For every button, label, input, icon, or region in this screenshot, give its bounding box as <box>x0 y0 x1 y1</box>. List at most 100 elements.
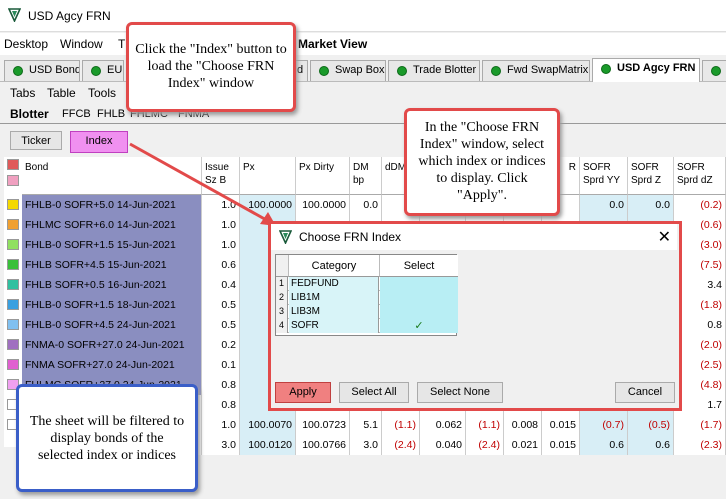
sofr-sprd-yy-cell: 0.0 <box>580 195 628 215</box>
row-color-swatch <box>7 299 19 310</box>
issue-cell: 0.8 <box>202 375 240 395</box>
sofr-sprd-dz-cell: (2.5) <box>674 355 726 375</box>
header-px-dirty[interactable]: Px Dirty <box>296 157 350 195</box>
sofr-sprd-dz-cell: 3.4 <box>674 275 726 295</box>
sofr-sprd-dz-cell: (3.0) <box>674 235 726 255</box>
bond-cell: FHLB-0 SOFR+1.5 18-Jun-2021 <box>22 295 202 315</box>
row-color-swatch <box>7 199 19 210</box>
issue-cell: 0.4 <box>202 275 240 295</box>
r4-cell: 0.015 <box>542 415 580 435</box>
tab-fwd-swapmatrix[interactable]: Fwd SwapMatrix <box>482 60 590 81</box>
app-logo-icon <box>279 230 292 244</box>
category-cell: LIB3M <box>289 305 379 319</box>
row-color-swatch <box>7 339 19 350</box>
apply-button[interactable]: Apply <box>275 382 331 403</box>
category-cell: LIB1M <box>289 291 379 305</box>
px-dirty-cell: 100.0000 <box>296 195 350 215</box>
r-cell: 0.040 <box>420 435 466 455</box>
callout-choose-window: In the "Choose FRN Index" window, select… <box>404 108 560 216</box>
menu-t[interactable]: T <box>118 37 125 51</box>
ddm-cell: (2.4) <box>382 435 420 455</box>
sofr-sprd-dz-cell: (1.8) <box>674 295 726 315</box>
sofr-sprd-dz-cell: (2.0) <box>674 335 726 355</box>
row-color-swatch <box>7 239 19 250</box>
px-cell: 100.0070 <box>240 415 296 435</box>
header-sofr-sprd-yy[interactable]: SOFR Sprd YY <box>580 157 628 195</box>
cancel-button[interactable]: Cancel <box>615 382 675 403</box>
bond-cell: FNMA SOFR+27.0 24-Jun-2021 <box>22 355 202 375</box>
app-logo-icon <box>8 8 21 22</box>
issue-cell: 1.0 <box>202 235 240 255</box>
bond-cell: FHLB-0 SOFR+4.5 24-Jun-2021 <box>22 315 202 335</box>
tab-swap-box[interactable]: Swap Box <box>310 60 386 81</box>
r-cell: 0.062 <box>420 415 466 435</box>
arrow-icon <box>129 142 276 226</box>
category-cell: SOFR <box>289 319 379 333</box>
menu-table[interactable]: Table <box>47 86 76 100</box>
select-checkbox[interactable] <box>380 291 458 305</box>
callout-index-button: Click the "Index" button to load the "Ch… <box>126 22 296 112</box>
sofr-sprd-dz-cell: (0.2) <box>674 195 726 215</box>
select-checkbox[interactable] <box>380 277 458 291</box>
sofr-sprd-dz-cell: (7.5) <box>674 255 726 275</box>
green-dot-icon <box>13 66 23 76</box>
header-sofr-sprd-dz[interactable]: SOFR Sprd dZ <box>674 157 726 195</box>
sofr-sprd-yy-cell: 0.6 <box>580 435 628 455</box>
grid-corner <box>276 255 289 277</box>
select-checkbox[interactable]: ✓ <box>380 319 458 333</box>
tab-g[interactable]: G <box>702 60 726 81</box>
row-color-swatch <box>7 219 19 230</box>
choose-frn-index-dialog: Choose FRN Index ✕ Category Select 1 FED… <box>270 223 680 409</box>
row-color-swatch <box>7 279 19 290</box>
bond-cell: FHLB SOFR+0.5 16-Jun-2021 <box>22 275 202 295</box>
menu-tabs[interactable]: Tabs <box>10 86 35 100</box>
issue-cell: 3.0 <box>202 435 240 455</box>
px-dirty-cell: 100.0766 <box>296 435 350 455</box>
row-color-swatch <box>7 175 19 186</box>
green-dot-icon <box>491 66 501 76</box>
tab-eur[interactable]: EUR <box>82 60 124 81</box>
header-dm[interactable]: DM bp <box>350 157 382 195</box>
tab-usd-bond[interactable]: USD Bond <box>4 60 80 81</box>
select-checkbox[interactable] <box>380 305 458 319</box>
select-all-button[interactable]: Select All <box>339 382 409 403</box>
index-row: 4 SOFR ✓ <box>276 319 458 333</box>
issue-cell: 0.5 <box>202 315 240 335</box>
sofr-sprd-z-cell: (0.5) <box>628 415 674 435</box>
r4-cell: 0.015 <box>542 435 580 455</box>
sofr-sprd-dz-cell: (4.8) <box>674 375 726 395</box>
r3-cell: 0.008 <box>504 415 542 435</box>
r2-cell: (2.4) <box>466 435 504 455</box>
issue-cell: 0.6 <box>202 255 240 275</box>
menu-market-view[interactable]: Market View <box>298 37 367 51</box>
tab-trade-blotter[interactable]: Trade Blotter <box>388 60 480 81</box>
menu-bar: Desktop Window T Market View <box>0 33 726 55</box>
sofr-sprd-dz-cell: 0.8 <box>674 315 726 335</box>
px-cell: 100.0120 <box>240 435 296 455</box>
ticker-button[interactable]: Ticker <box>10 131 62 150</box>
row-color-swatch <box>7 359 19 370</box>
dialog-title: Choose FRN Index <box>299 230 402 244</box>
sofr-sprd-dz-cell: 1.7 <box>674 395 726 415</box>
callout-filter-note: The sheet will be filtered to display bo… <box>16 384 198 492</box>
r3-cell: 0.021 <box>504 435 542 455</box>
select-none-button[interactable]: Select None <box>417 382 503 403</box>
header-category[interactable]: Category <box>289 255 380 277</box>
green-dot-icon <box>711 66 721 76</box>
dm-cell: 5.1 <box>350 415 382 435</box>
close-icon[interactable]: ✕ <box>658 227 671 247</box>
tab-fhlb[interactable]: FHLB <box>97 108 125 120</box>
issue-cell: 0.1 <box>202 355 240 375</box>
tab-ffcb[interactable]: FFCB <box>62 108 91 120</box>
menu-tools[interactable]: Tools <box>88 86 116 100</box>
menu-window[interactable]: Window <box>60 37 103 51</box>
header-sofr-sprd-z[interactable]: SOFR Sprd Z <box>628 157 674 195</box>
sofr-sprd-dz-cell: (2.3) <box>674 435 726 455</box>
tab-usd-agcy-frn[interactable]: USD Agcy FRN <box>592 58 700 82</box>
tab-blotter[interactable]: Blotter <box>10 107 49 121</box>
header-select[interactable]: Select <box>380 255 458 277</box>
dm-cell: 0.0 <box>350 195 382 215</box>
menu-desktop[interactable]: Desktop <box>4 37 48 51</box>
green-dot-icon <box>397 66 407 76</box>
dm-cell: 3.0 <box>350 435 382 455</box>
